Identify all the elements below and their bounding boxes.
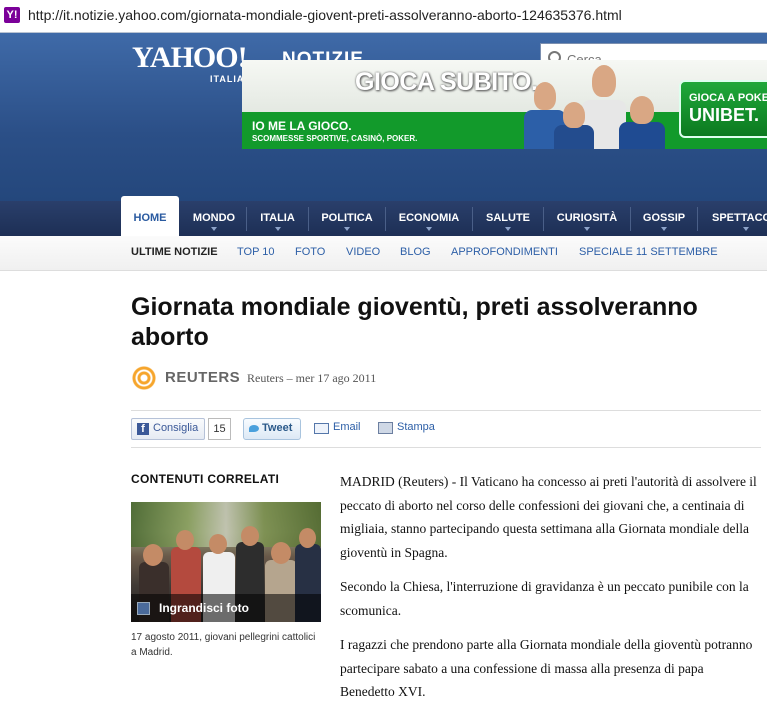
ad-banner[interactable]: GIOCA SUBITO. IO ME LA GIOCO. SCOMMESSE …	[242, 60, 767, 149]
article-body: MADRID (Reuters) - Il Vaticano ha conces…	[340, 470, 760, 715]
chevron-down-icon	[661, 227, 667, 231]
article-paragraph: Secondo la Chiesa, l'interruzione di gra…	[340, 579, 749, 618]
chevron-down-icon	[584, 227, 590, 231]
photo-caption: 17 agosto 2011, giovani pellegrini catto…	[131, 632, 316, 658]
nav-politica[interactable]: POLITICA	[309, 201, 385, 236]
chevron-down-icon	[344, 227, 350, 231]
printer-icon	[378, 422, 393, 434]
facebook-label: Consiglia	[153, 422, 199, 434]
banner-headline: GIOCA SUBITO.	[355, 68, 538, 96]
cta-line1: GIOCA A POKE	[689, 92, 767, 104]
related-photo[interactable]: Ingrandisci foto	[131, 502, 321, 622]
nav-gossip[interactable]: GOSSIP	[631, 201, 697, 236]
divider	[131, 447, 761, 448]
chevron-down-icon	[274, 227, 281, 231]
nav-mondo[interactable]: MONDO	[182, 201, 246, 236]
cta-line2: UNIBET.	[689, 105, 760, 125]
email-label: Email	[333, 421, 361, 433]
tweet-button[interactable]: Tweet	[243, 418, 301, 440]
banner-tagline: IO ME LA GIOCO.	[252, 119, 352, 133]
chevron-down-icon	[426, 227, 432, 231]
tweet-label: Tweet	[262, 422, 293, 434]
enlarge-photo-button[interactable]: Ingrandisci foto	[131, 594, 321, 622]
logo-subtext: ITALIA	[210, 74, 245, 84]
source-logo-text: REUTERS	[165, 369, 241, 386]
subnav-blog[interactable]: BLOG	[400, 246, 431, 258]
related-heading: CONTENUTI CORRELATI	[131, 472, 280, 486]
nav-spettacoli[interactable]: SPETTACO	[698, 201, 767, 236]
subnav-video[interactable]: VIDEO	[346, 246, 380, 258]
yahoo-logo[interactable]: YAHOO! ITALIA NOTIZIE	[132, 41, 363, 84]
enlarge-icon	[137, 602, 150, 615]
nav-italia[interactable]: ITALIA	[247, 201, 308, 236]
like-count: 15	[208, 418, 231, 440]
url-text[interactable]: http://it.notizie.yahoo.com/giornata-mon…	[28, 7, 622, 23]
chevron-down-icon	[743, 227, 749, 231]
facebook-icon: f	[137, 423, 149, 435]
banner-people-image	[524, 60, 674, 149]
banner-subline: SCOMMESSE SPORTIVE, CASINÒ, POKER.	[252, 134, 418, 143]
divider	[131, 410, 761, 411]
article-paragraph: I ragazzi che prendono parte alla Giorna…	[340, 637, 753, 699]
address-bar[interactable]: Y! http://it.notizie.yahoo.com/giornata-…	[0, 0, 767, 33]
chevron-down-icon	[505, 227, 511, 231]
chevron-down-icon	[211, 227, 217, 231]
reuters-logo-icon	[131, 365, 157, 391]
facebook-like-button[interactable]: f Consiglia	[131, 418, 205, 440]
article-title: Giornata mondiale gioventù, preti assolv…	[131, 293, 698, 351]
logo-text: YAHOO!	[132, 41, 248, 74]
nav-curiosita[interactable]: CURIOSITÀ	[544, 201, 630, 236]
main-nav: HOME MONDO ITALIA POLITICA ECONOMIA SALU…	[0, 196, 767, 236]
yahoo-favicon-icon: Y!	[4, 7, 20, 23]
twitter-bird-icon	[249, 425, 259, 432]
unibet-cta-button[interactable]: GIOCA A POKE UNIBET.	[679, 80, 767, 138]
article-paragraph: MADRID (Reuters) - Il Vaticano ha conces…	[340, 474, 757, 560]
subnav-speciale[interactable]: SPECIALE 11 SETTEMBRE	[579, 246, 718, 258]
subnav-foto[interactable]: FOTO	[295, 246, 325, 258]
mail-icon	[314, 423, 329, 434]
print-label: Stampa	[397, 421, 435, 433]
subnav-ultime-notizie[interactable]: ULTIME NOTIZIE	[131, 246, 218, 258]
enlarge-label: Ingrandisci foto	[159, 601, 249, 615]
nav-economia[interactable]: ECONOMIA	[386, 201, 472, 236]
nav-home[interactable]: HOME	[121, 196, 179, 236]
article-byline: Reuters – mer 17 ago 2011	[247, 371, 377, 385]
subnav-approfondimenti[interactable]: APPROFONDIMENTI	[451, 246, 558, 258]
nav-salute[interactable]: SALUTE	[473, 201, 543, 236]
sub-nav: ULTIME NOTIZIE TOP 10 FOTO VIDEO BLOG AP…	[0, 236, 767, 271]
subnav-top10[interactable]: TOP 10	[237, 246, 275, 258]
